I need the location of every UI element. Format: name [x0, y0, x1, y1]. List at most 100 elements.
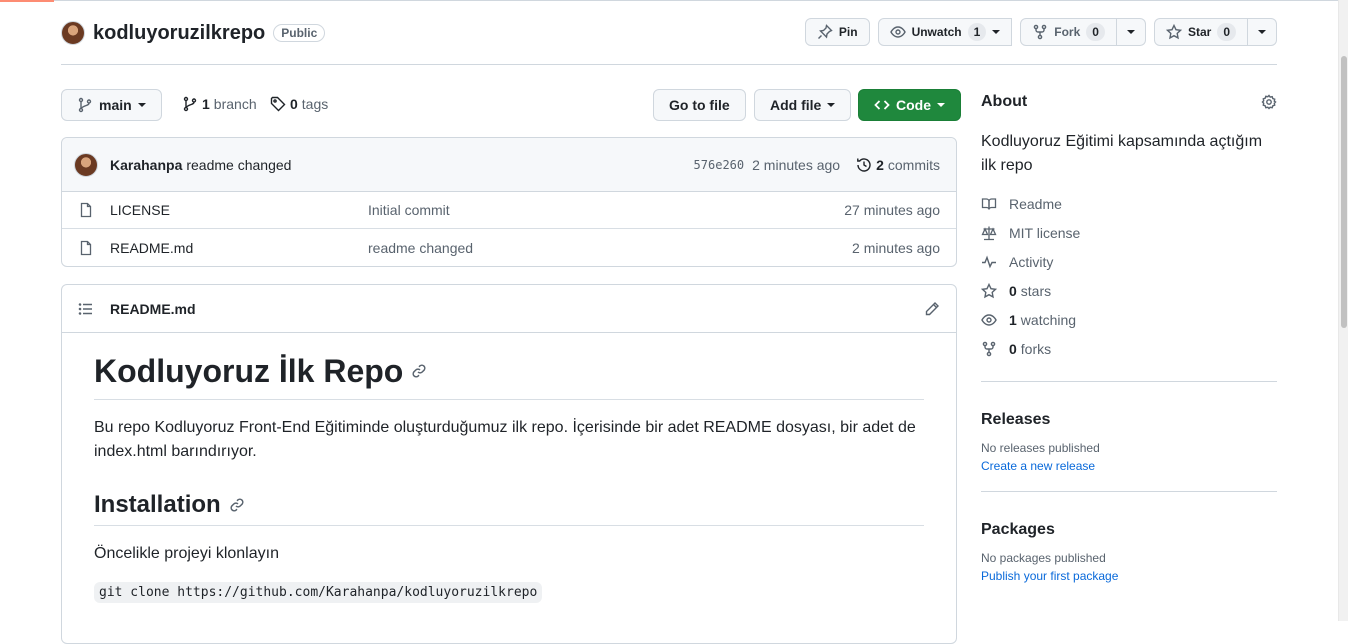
branches-link[interactable]: 1 branch: [182, 96, 257, 112]
tag-label: tags: [301, 96, 329, 112]
pulse-icon: [981, 254, 997, 270]
star-count: 0: [1217, 23, 1236, 41]
chevron-down-icon: [827, 103, 836, 107]
fork-dropdown-button[interactable]: [1116, 18, 1146, 46]
file-row-license[interactable]: LICENSE Initial commit 27 minutes ago: [62, 192, 956, 229]
clone-command: git clone https://github.com/Karahanpa/k…: [94, 582, 543, 603]
repo-actions: Pin Unwatch 1 Fork 0 Star 0: [804, 18, 1277, 46]
star-icon: [981, 282, 997, 299]
eye-icon: [981, 312, 997, 328]
file-commit-message[interactable]: readme changed: [368, 240, 473, 256]
link-icon[interactable]: [411, 363, 427, 379]
fork-button[interactable]: Fork 0: [1020, 18, 1117, 46]
activity-link[interactable]: Activity: [981, 247, 1277, 276]
watchers-label: watching: [1020, 311, 1077, 328]
code-icon: [874, 97, 890, 113]
fork-icon: [981, 341, 997, 357]
stars-link[interactable]: 0 stars: [981, 276, 1277, 305]
file-age: 2 minutes ago: [852, 239, 940, 256]
install-instruction: Öncelikle projeyi klonlayın: [94, 545, 279, 562]
repo-sidebar: About Kodluyoruz Eğitimi kapsamında açtı…: [981, 90, 1277, 583]
readme-file-label[interactable]: README.md: [110, 301, 196, 317]
installation-heading: Installation: [94, 491, 221, 518]
law-icon: [981, 225, 997, 241]
add-file-label: Add file: [770, 97, 822, 113]
tag-count: 0: [290, 96, 298, 112]
license-link[interactable]: MIT license: [981, 218, 1277, 247]
go-to-file-button[interactable]: Go to file: [653, 89, 746, 121]
unwatch-button[interactable]: Unwatch 1: [877, 18, 1013, 46]
about-heading: About: [981, 93, 1028, 110]
fork-icon: [1032, 24, 1048, 40]
pin-icon: [817, 24, 833, 40]
branch-label: branch: [213, 96, 257, 112]
branch-select-button[interactable]: main: [61, 89, 162, 121]
chevron-down-icon: [1126, 30, 1135, 34]
file-name[interactable]: LICENSE: [110, 202, 368, 218]
commit-author[interactable]: Karahanpa: [110, 157, 182, 173]
link-icon[interactable]: [229, 497, 245, 513]
chevron-down-icon: [1258, 30, 1266, 34]
add-file-button[interactable]: Add file: [754, 89, 852, 121]
unwatch-label: Unwatch: [911, 25, 962, 39]
tags-link[interactable]: 0 tags: [270, 96, 328, 112]
page-progress-indicator: [0, 0, 54, 2]
readme-content: Kodluyoruz İlk Repo Bu repo Kodluyoruz F…: [62, 351, 956, 603]
commits-history-link[interactable]: 2 commits: [856, 157, 940, 173]
commit-meta: 576e260 2 minutes ago 2 commits: [694, 157, 940, 173]
releases-section: Releases No releases published Create a …: [981, 382, 1277, 473]
packages-heading[interactable]: Packages: [981, 518, 1277, 542]
publish-package-link[interactable]: Publish your first package: [981, 569, 1277, 583]
commit-sha[interactable]: 576e260: [694, 158, 745, 172]
pin-label: Pin: [838, 25, 858, 39]
releases-heading[interactable]: Releases: [981, 408, 1277, 432]
forks-link[interactable]: 0 forks: [981, 334, 1277, 363]
about-links: Readme MIT license Activity 0 stars 1 wa…: [981, 189, 1277, 363]
history-icon: [856, 157, 872, 173]
pencil-icon[interactable]: [924, 301, 940, 317]
commit-count-label: commits: [887, 156, 940, 173]
readme-heading-1: Kodluyoruz İlk Repo: [94, 351, 924, 400]
readme-link[interactable]: Readme: [981, 189, 1277, 218]
code-button[interactable]: Code: [858, 89, 961, 121]
commit-count: 2: [876, 156, 884, 173]
branch-name: main: [99, 97, 132, 113]
commit-author-avatar[interactable]: [74, 152, 98, 177]
owner-avatar[interactable]: [61, 21, 85, 45]
watchers-count: 1: [1009, 311, 1017, 328]
stars-label: stars: [1020, 282, 1052, 299]
file-age: 27 minutes ago: [844, 202, 940, 218]
file-browser: Karahanpa readme changed 576e260 2 minut…: [61, 137, 957, 267]
watchers-link[interactable]: 1 watching: [981, 305, 1277, 334]
visibility-badge: Public: [273, 24, 326, 42]
forks-count: 0: [1009, 340, 1017, 357]
repo-name[interactable]: kodluyoruzilkrepo: [93, 22, 265, 45]
file-name[interactable]: README.md: [110, 240, 368, 256]
chevron-down-icon: [937, 103, 945, 107]
watch-group: Unwatch 1: [877, 18, 1013, 46]
gear-icon[interactable]: [1261, 94, 1277, 110]
star-button[interactable]: Star 0: [1153, 18, 1248, 46]
commit-message[interactable]: readme changed: [186, 157, 291, 173]
readme-title: Kodluyoruz İlk Repo: [94, 353, 404, 389]
list-unordered-icon[interactable]: [78, 301, 94, 317]
scrollbar-thumb[interactable]: [1341, 56, 1347, 328]
book-icon: [981, 196, 997, 212]
file-row-readme[interactable]: README.md readme changed 2 minutes ago: [62, 229, 956, 266]
forks-label: forks: [1020, 340, 1052, 357]
file-commit-message[interactable]: Initial commit: [368, 202, 450, 218]
eye-icon: [889, 24, 906, 40]
about-section: About: [981, 90, 1277, 114]
star-list-dropdown-button[interactable]: [1248, 18, 1277, 46]
star-icon: [1165, 24, 1182, 40]
git-branch-icon: [182, 96, 198, 112]
create-release-link[interactable]: Create a new release: [981, 459, 1277, 473]
top-border: [0, 0, 1338, 1]
packages-section: Packages No packages published Publish y…: [981, 492, 1277, 583]
code-label: Code: [896, 97, 931, 113]
readme-link-label: Readme: [1009, 195, 1062, 212]
page-scrollbar[interactable]: [1338, 0, 1348, 621]
star-label: Star: [1187, 25, 1212, 39]
readme-intro: Bu repo Kodluyoruz Front-End Eğitiminde …: [94, 419, 916, 460]
pin-button[interactable]: Pin: [804, 18, 870, 46]
